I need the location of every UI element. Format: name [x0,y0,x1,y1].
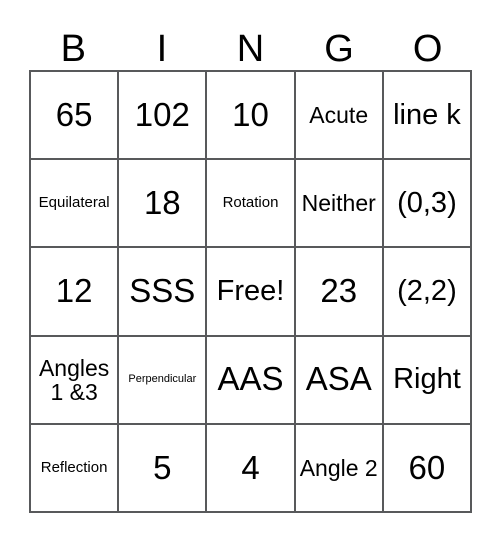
bingo-cell[interactable]: AAS [207,336,296,425]
bingo-header-letter-i: I [156,28,168,70]
bingo-header-letter-o: O [412,28,443,70]
bingo-cell[interactable]: SSS [119,248,208,337]
bingo-cell[interactable]: Right [383,336,473,425]
bingo-cell[interactable]: 60 [383,424,473,514]
bingo-cell[interactable]: Angles 1 &3 [31,336,120,425]
bingo-cell[interactable]: (2,2) [383,248,473,337]
bingo-row: Angles 1 &3 Perpendicular AAS ASA Right [31,336,473,425]
bingo-cell[interactable]: Equilateral [31,160,120,249]
bingo-cell[interactable]: 18 [119,160,208,249]
bingo-cell[interactable]: Acute [295,72,384,161]
bingo-cell[interactable]: 12 [31,248,120,337]
bingo-cell[interactable]: Angle 2 [295,424,384,514]
bingo-row: Equilateral 18 Rotation Neither (0,3) [31,160,473,249]
bingo-cell[interactable]: Perpendicular [119,336,208,425]
bingo-cell[interactable]: 10 [207,72,296,161]
bingo-cell-free[interactable]: Free! [207,248,296,337]
bingo-cell[interactable]: 23 [295,248,384,337]
bingo-header-letter-b: B [60,28,86,70]
bingo-cell[interactable]: 4 [207,424,296,514]
bingo-cell[interactable]: Neither [295,160,384,249]
bingo-cell[interactable]: Rotation [207,160,296,249]
bingo-row: Reflection 5 4 Angle 2 60 [31,424,473,514]
bingo-row: 65 102 10 Acute line k [31,72,473,161]
bingo-header-letter-n: N [236,28,265,70]
bingo-card: B I N G O 65 102 10 Acute line k Equilat… [0,0,500,544]
bingo-cell[interactable]: ASA [295,336,384,425]
bingo-cell[interactable]: 65 [31,72,120,161]
bingo-header-letter-g: G [324,28,354,70]
bingo-cell[interactable]: line k [383,72,473,161]
bingo-row: 12 SSS Free! 23 (2,2) [31,248,473,337]
bingo-header-row: B I N G O [29,18,472,70]
bingo-cell[interactable]: (0,3) [383,160,473,249]
bingo-cell[interactable]: Reflection [31,424,120,514]
bingo-cell[interactable]: 5 [119,424,208,514]
bingo-grid: 65 102 10 Acute line k Equilateral 18 Ro… [29,70,473,514]
bingo-cell[interactable]: 102 [119,72,208,161]
